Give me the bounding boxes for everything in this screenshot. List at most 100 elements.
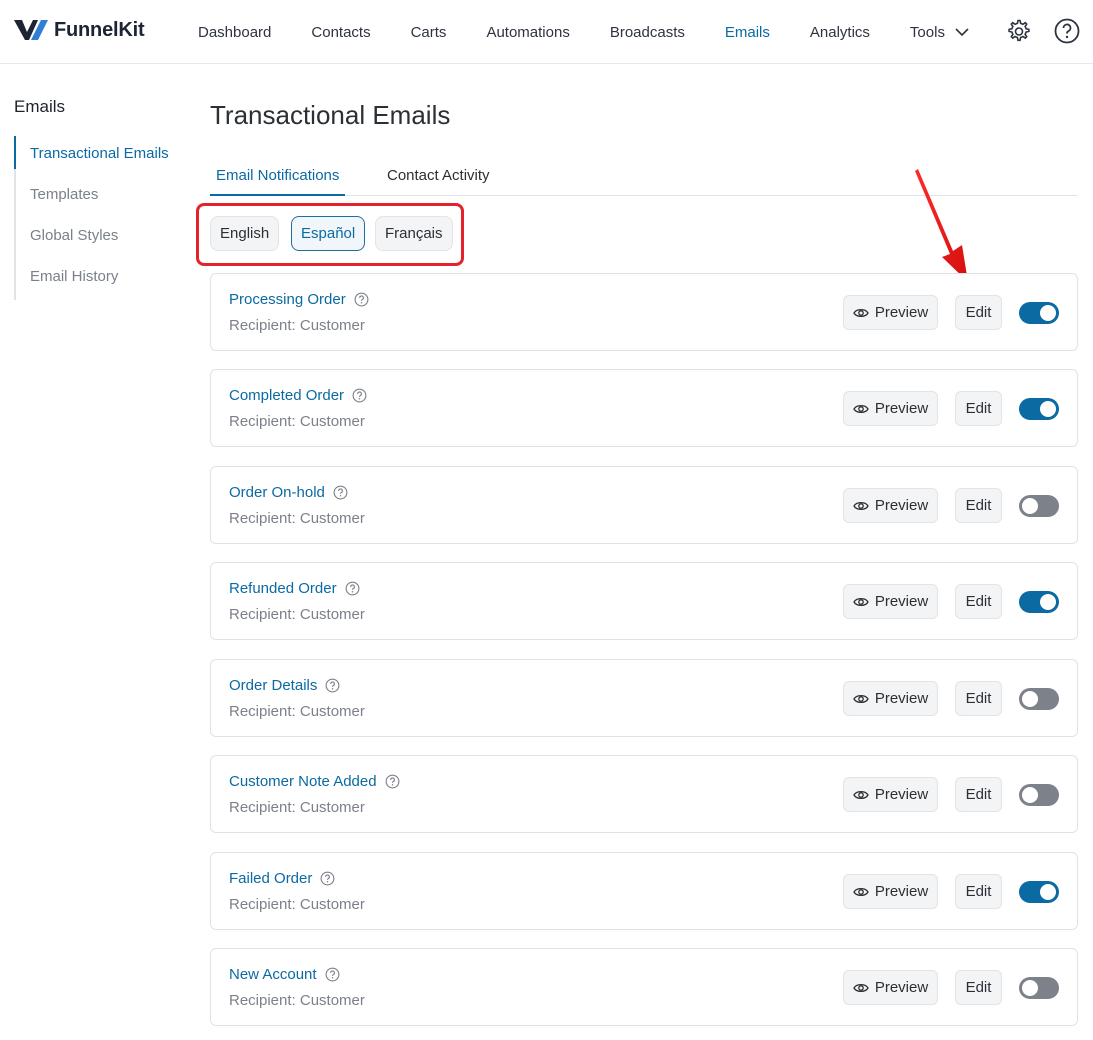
email-recipient: Recipient: Customer xyxy=(229,317,365,334)
email-title-text: Failed Order xyxy=(229,870,313,887)
email-recipient: Recipient: Customer xyxy=(229,703,365,720)
toggle-knob xyxy=(1022,980,1038,996)
question-circle-icon[interactable] xyxy=(352,388,367,403)
help-circle-icon[interactable] xyxy=(1054,18,1080,44)
email-recipient: Recipient: Customer xyxy=(229,606,365,623)
preview-button[interactable]: Preview xyxy=(843,777,938,812)
question-circle-icon[interactable] xyxy=(385,774,400,789)
eye-icon xyxy=(853,887,869,896)
edit-button[interactable]: Edit xyxy=(955,584,1002,619)
eye-icon xyxy=(853,983,869,992)
nav-tools[interactable]: Tools xyxy=(910,24,969,41)
nav-carts[interactable]: Carts xyxy=(411,24,447,41)
enable-toggle[interactable] xyxy=(1019,302,1059,324)
email-title[interactable]: Failed Order xyxy=(229,870,335,887)
nav-contacts[interactable]: Contacts xyxy=(311,24,370,41)
edit-button[interactable]: Edit xyxy=(955,970,1002,1005)
top-navigation-bar: FunnelKit Dashboard Contacts Carts Autom… xyxy=(0,0,1093,64)
email-recipient: Recipient: Customer xyxy=(229,799,365,816)
email-recipient: Recipient: Customer xyxy=(229,992,365,1009)
sidebar-item-email-history[interactable]: Email History xyxy=(16,259,184,300)
sidebar-title: Emails xyxy=(14,97,66,116)
sidebar-menu: Transactional Emails Templates Global St… xyxy=(14,136,184,300)
email-title-text: Order Details xyxy=(229,677,318,694)
tab-contact-activity[interactable]: Contact Activity xyxy=(387,158,490,196)
preview-button[interactable]: Preview xyxy=(843,295,938,330)
preview-button-label: Preview xyxy=(874,690,929,707)
enable-toggle[interactable] xyxy=(1019,495,1059,517)
gear-icon[interactable] xyxy=(1006,18,1032,44)
preview-button-label: Preview xyxy=(874,497,929,514)
language-english-button[interactable]: English xyxy=(210,216,280,251)
email-title[interactable]: Order Details xyxy=(229,677,340,694)
edit-button[interactable]: Edit xyxy=(955,295,1002,330)
email-recipient: Recipient: Customer xyxy=(229,896,365,913)
enable-toggle[interactable] xyxy=(1019,688,1059,710)
preview-button[interactable]: Preview xyxy=(843,681,938,716)
email-title[interactable]: Refunded Order xyxy=(229,580,360,597)
preview-button[interactable]: Preview xyxy=(843,584,938,619)
email-title[interactable]: Order On-hold xyxy=(229,484,348,501)
sidebar-item-global-styles[interactable]: Global Styles xyxy=(16,218,184,259)
email-card: Processing Order Recipient: Customer Previ… xyxy=(210,273,1078,351)
email-card: Failed Order Recipient: Customer Preview Ed… xyxy=(210,852,1078,930)
question-circle-icon[interactable] xyxy=(320,871,335,886)
nav-analytics[interactable]: Analytics xyxy=(810,24,870,41)
edit-button[interactable]: Edit xyxy=(955,391,1002,426)
nav-dashboard[interactable]: Dashboard xyxy=(198,24,271,41)
eye-icon xyxy=(853,501,869,510)
language-espanol-button[interactable]: Español xyxy=(291,216,366,251)
preview-button[interactable]: Preview xyxy=(843,874,938,909)
eye-icon xyxy=(853,694,869,703)
page-title: Transactional Emails xyxy=(210,100,451,130)
preview-button[interactable]: Preview xyxy=(843,970,938,1005)
funnelkit-logo[interactable]: FunnelKit xyxy=(14,16,145,44)
email-recipient: Recipient: Customer xyxy=(229,510,365,527)
edit-button[interactable]: Edit xyxy=(955,488,1002,523)
preview-button-label: Preview xyxy=(874,786,929,803)
nav-broadcasts[interactable]: Broadcasts xyxy=(610,24,685,41)
email-title-text: Customer Note Added xyxy=(229,773,377,790)
email-title[interactable]: New Account xyxy=(229,966,340,983)
email-title-text: Processing Order xyxy=(229,291,346,308)
preview-button-label: Preview xyxy=(874,400,929,417)
email-recipient: Recipient: Customer xyxy=(229,413,365,430)
sidebar-item-templates[interactable]: Templates xyxy=(16,177,184,218)
language-francais-button[interactable]: Français xyxy=(375,216,453,251)
nav-emails[interactable]: Emails xyxy=(725,24,770,41)
preview-button[interactable]: Preview xyxy=(843,391,938,426)
eye-icon xyxy=(853,404,869,413)
preview-button-label: Preview xyxy=(874,883,929,900)
edit-button[interactable]: Edit xyxy=(955,777,1002,812)
sidebar-item-transactional-emails[interactable]: Transactional Emails xyxy=(14,136,184,177)
question-circle-icon[interactable] xyxy=(345,581,360,596)
email-title-text: Refunded Order xyxy=(229,580,337,597)
toggle-knob xyxy=(1022,787,1038,803)
eye-icon xyxy=(853,597,869,606)
tab-email-notifications[interactable]: Email Notifications xyxy=(210,158,346,196)
toggle-knob xyxy=(1040,884,1056,900)
question-circle-icon[interactable] xyxy=(325,678,340,693)
email-title[interactable]: Processing Order xyxy=(229,291,369,308)
nav-automations[interactable]: Automations xyxy=(486,24,569,41)
email-card: Order On-hold Recipient: Customer Preview E… xyxy=(210,466,1078,544)
enable-toggle[interactable] xyxy=(1019,977,1059,999)
question-circle-icon[interactable] xyxy=(354,292,369,307)
edit-button[interactable]: Edit xyxy=(955,681,1002,716)
preview-button-label: Preview xyxy=(874,304,929,321)
preview-button[interactable]: Preview xyxy=(843,488,938,523)
preview-button-label: Preview xyxy=(874,979,929,996)
email-card: Order Details Recipient: Customer Preview E… xyxy=(210,659,1078,737)
email-title[interactable]: Customer Note Added xyxy=(229,773,400,790)
enable-toggle[interactable] xyxy=(1019,784,1059,806)
email-title-text: Completed Order xyxy=(229,387,345,404)
question-circle-icon[interactable] xyxy=(333,485,348,500)
edit-button[interactable]: Edit xyxy=(955,874,1002,909)
enable-toggle[interactable] xyxy=(1019,591,1059,613)
email-title[interactable]: Completed Order xyxy=(229,387,367,404)
funnelkit-logo-icon xyxy=(14,20,48,40)
question-circle-icon[interactable] xyxy=(325,967,340,982)
enable-toggle[interactable] xyxy=(1019,398,1059,420)
enable-toggle[interactable] xyxy=(1019,881,1059,903)
toggle-knob xyxy=(1022,498,1038,514)
